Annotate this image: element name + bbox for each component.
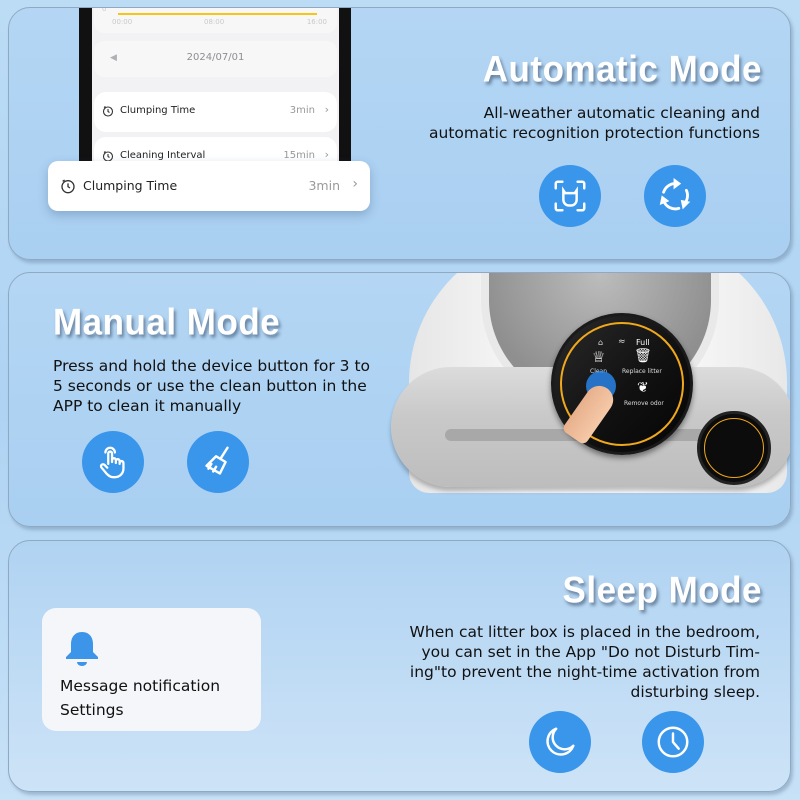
brush-icon xyxy=(187,431,249,493)
manual-mode-panel: Manual Mode Press and hold the device bu… xyxy=(8,272,791,527)
description-line: When cat litter box is placed in the bed… xyxy=(409,623,760,641)
remove-odor-label: Remove odor xyxy=(624,400,664,407)
timer-icon xyxy=(102,106,114,117)
chevron-right-icon: › xyxy=(324,148,329,161)
chart-tick: 00:00 xyxy=(112,18,133,26)
trash-icon: 🗑 xyxy=(634,348,652,364)
bell-icon xyxy=(66,632,98,666)
description-line: APP to clean it manually xyxy=(53,397,242,415)
chart-tick: 08:00 xyxy=(204,18,225,26)
row-label: Clumping Time xyxy=(120,105,196,116)
litter-box-device-image: ⌂ ≈ Full ♕ 🗑 Clean Replace litter ❦ Remo… xyxy=(391,273,790,526)
section-description: All-weather automatic cleaning and autom… xyxy=(429,103,760,143)
section-description: Press and hold the device button for 3 t… xyxy=(53,356,370,416)
card-label: Clumping Time xyxy=(83,178,178,193)
chevron-right-icon: › xyxy=(352,176,358,192)
phone-mockup: 0 00:00 08:00 16:00 ◀ 2024/07/01 Clumpin… xyxy=(79,7,351,171)
chevron-right-icon: › xyxy=(324,103,329,116)
description-line: you can set in the App "Do not Disturb T… xyxy=(421,643,760,661)
chart-tick: 16:00 xyxy=(306,18,327,26)
highlight-clumping-time-card[interactable]: Clumping Time 3min › xyxy=(48,161,370,211)
card-value: 3min xyxy=(308,178,340,193)
moon-icon xyxy=(529,711,591,773)
section-title: Manual Mode xyxy=(53,302,281,343)
cat-face-scan-icon xyxy=(539,165,601,227)
row-value: 3min xyxy=(289,105,315,116)
refresh-cycle-icon xyxy=(644,165,706,227)
tap-hand-icon xyxy=(82,431,144,493)
description-line: ing"to prevent the night-time activation… xyxy=(409,663,760,681)
description-line: disturbing sleep. xyxy=(630,683,760,701)
robot-status-icon: ⌂ xyxy=(598,338,604,347)
description-line: 5 seconds or use the clean button in the xyxy=(53,377,367,395)
chart-series-line xyxy=(118,13,317,15)
date-selector[interactable]: ◀ 2024/07/01 xyxy=(94,41,337,77)
control-panel-small xyxy=(697,411,771,485)
notification-card-title: Message notification xyxy=(60,677,221,695)
leaf-icon: ❦ xyxy=(637,380,649,396)
row-value: 15min xyxy=(283,150,315,161)
timer-icon xyxy=(61,179,75,194)
phone-screen: 0 00:00 08:00 16:00 ◀ 2024/07/01 Clumpin… xyxy=(92,7,339,171)
section-description: When cat litter box is placed in the bed… xyxy=(410,622,760,702)
description-line: All-weather automatic cleaning and xyxy=(483,104,760,122)
status-full: Full xyxy=(636,338,650,347)
section-title: Sleep Mode xyxy=(562,570,762,611)
row-label: Cleaning Interval xyxy=(120,150,206,161)
section-title: Automatic Mode xyxy=(482,49,762,90)
message-notification-card[interactable]: Message notification Settings xyxy=(42,608,261,731)
chart-y-label: 0 xyxy=(102,7,107,13)
description-line: automatic recognition protection functio… xyxy=(429,124,760,142)
description-line: Press and hold the device button for 3 t… xyxy=(53,357,371,375)
date-label: 2024/07/01 xyxy=(186,52,245,63)
broom-icon: ♕ xyxy=(592,348,606,366)
notification-card-subtitle: Settings xyxy=(60,701,124,719)
usage-chart-card: 0 00:00 08:00 16:00 xyxy=(94,7,337,33)
replace-litter-label: Replace litter xyxy=(622,368,662,375)
automatic-mode-panel: 0 00:00 08:00 16:00 ◀ 2024/07/01 Clumpin… xyxy=(8,7,791,260)
wifi-icon: ≈ xyxy=(618,337,626,347)
settings-row-clumping-time[interactable]: Clumping Time 3min › xyxy=(94,92,337,132)
clock-icon xyxy=(642,711,704,773)
